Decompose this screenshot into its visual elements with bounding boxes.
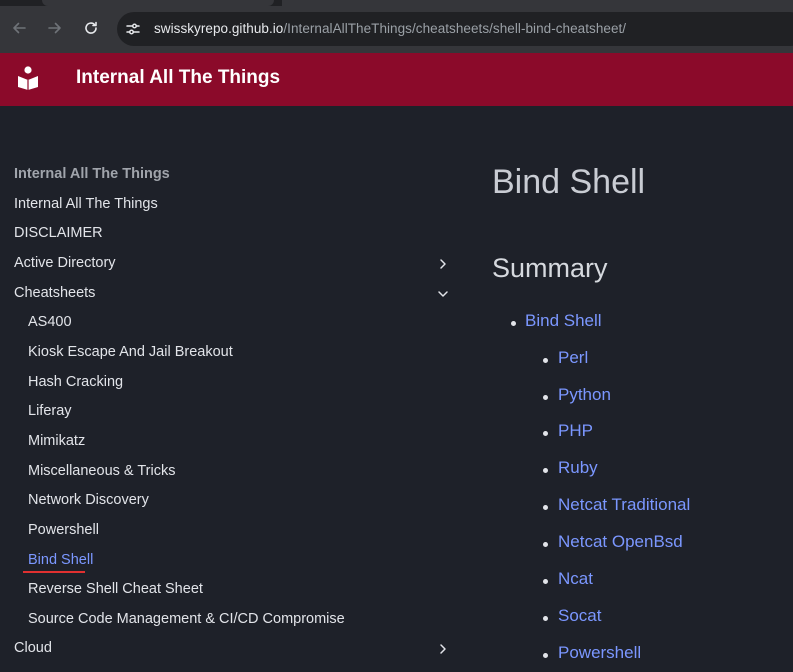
nav-sub-as400[interactable]: AS400 [28, 314, 72, 330]
nav-item-active-directory[interactable]: Active Directory [14, 255, 116, 271]
toc-bullet [543, 395, 548, 400]
chevron-down-icon[interactable] [436, 287, 450, 301]
back-button[interactable] [8, 17, 30, 39]
url-host: swisskyrepo.github.io [154, 21, 284, 36]
reload-button[interactable] [80, 17, 102, 39]
toc-link-ncat[interactable]: Ncat [558, 569, 593, 589]
tune-icon[interactable] [125, 21, 141, 37]
chevron-right-icon[interactable] [436, 642, 450, 656]
nav-item-disclaimer[interactable]: DISCLAIMER [14, 225, 103, 241]
nav-sub-bind-shell[interactable]: Bind Shell [28, 552, 93, 568]
toc-bullet [543, 358, 548, 363]
browser-toolbar: swisskyrepo.github.io/InternalAllTheThin… [0, 0, 793, 53]
nav-item-cheatsheets[interactable]: Cheatsheets [14, 285, 95, 301]
url-path: /InternalAllTheThings/cheatsheets/shell-… [283, 21, 627, 36]
reload-icon [85, 21, 97, 34]
forward-button[interactable] [44, 17, 66, 39]
tab-strip [0, 0, 793, 6]
toc-bullet [543, 468, 548, 473]
toc-bullet [543, 431, 548, 436]
chevron-right-icon[interactable] [436, 257, 450, 271]
toc-bullet [543, 505, 548, 510]
toc-link-ruby[interactable]: Ruby [558, 458, 598, 478]
site-title[interactable]: Internal All The Things [76, 67, 280, 89]
section-title-summary: Summary [492, 253, 608, 283]
toc-link-powershell[interactable]: Powershell [558, 643, 641, 663]
toc-bullet [543, 542, 548, 547]
toc-bullet [543, 579, 548, 584]
toc-link-socat[interactable]: Socat [558, 606, 601, 626]
toc-bullet [511, 321, 516, 326]
arrow-left-icon [13, 22, 26, 34]
nav-sub-liferay[interactable]: Liferay [28, 403, 72, 419]
toc-bullet [543, 616, 548, 621]
toc-link-netcat-openbsd[interactable]: Netcat OpenBsd [558, 532, 683, 552]
toc-link-bind-shell[interactable]: Bind Shell [525, 311, 602, 331]
nav-sub-mimikatz[interactable]: Mimikatz [28, 433, 85, 449]
sidebar-nav: Internal All The Things Internal All The… [0, 106, 470, 672]
page-title: Bind Shell [492, 163, 646, 201]
nav-sub-source-code-management[interactable]: Source Code Management & CI/CD Compromis… [28, 611, 345, 627]
nav-item-cloud[interactable]: Cloud [14, 640, 52, 656]
nav-sub-powershell[interactable]: Powershell [28, 522, 99, 538]
nav-sub-network-discovery[interactable]: Network Discovery [28, 492, 149, 508]
nav-sub-reverse-shell[interactable]: Reverse Shell Cheat Sheet [28, 581, 203, 597]
nav-item-internal-all-the-things[interactable]: Internal All The Things [14, 196, 158, 212]
toc-link-netcat-traditional[interactable]: Netcat Traditional [558, 495, 690, 515]
arrow-right-icon [48, 22, 61, 34]
toc-link-python[interactable]: Python [558, 385, 611, 405]
nav-heading: Internal All The Things [14, 166, 170, 182]
toc-link-perl[interactable]: Perl [558, 348, 588, 368]
address-bar[interactable]: swisskyrepo.github.io/InternalAllTheThin… [117, 12, 793, 46]
browser-tab-inactive[interactable] [282, 0, 793, 6]
nav-sub-hash-cracking[interactable]: Hash Cracking [28, 374, 123, 390]
browser-tab[interactable] [42, 0, 274, 6]
nav-sub-kiosk-escape[interactable]: Kiosk Escape And Jail Breakout [28, 344, 233, 360]
toc-bullet [543, 653, 548, 658]
url-text[interactable]: swisskyrepo.github.io/InternalAllTheThin… [154, 21, 626, 36]
nav-sub-miscellaneous-tricks[interactable]: Miscellaneous & Tricks [28, 463, 175, 479]
active-underline [23, 571, 85, 573]
toc-link-php[interactable]: PHP [558, 421, 593, 441]
book-reader-icon[interactable] [17, 66, 39, 90]
